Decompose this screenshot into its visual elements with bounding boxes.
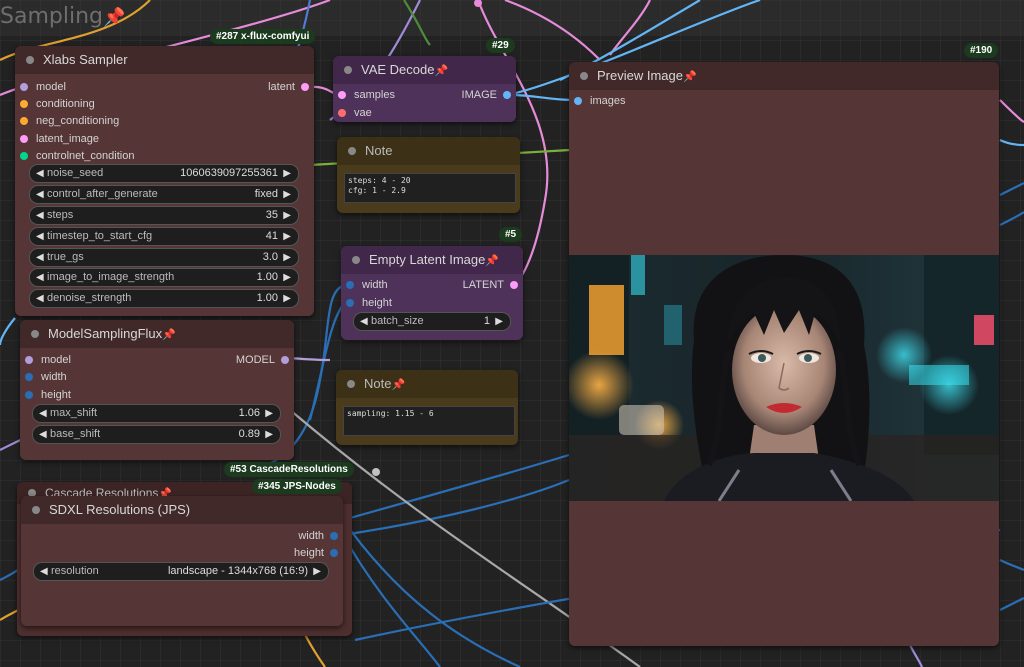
node-id-badge-xflux: #287 x-flux-comfyui [210,29,316,44]
input-height[interactable]: height [346,296,392,310]
pin-icon: 📌 [485,255,500,267]
node-header[interactable]: ModelSamplingFlux📌 [20,320,294,348]
pin-icon: 📌 [391,379,406,391]
wire-int-3 [342,519,521,667]
collapse-dot-icon[interactable] [26,56,34,64]
collapse-dot-icon[interactable] [580,72,588,80]
node-header[interactable]: Empty Latent Image📌 [341,246,523,274]
input-samples[interactable]: samples [338,88,395,102]
widget-resolution[interactable]: ◀ resolution landscape - 1344x768 (16:9) ▶ [33,562,329,581]
input-controlnet-condition[interactable]: controlnet_condition [20,149,134,163]
preview-image-art [569,255,999,501]
node-header[interactable]: Preview Image📌 [569,62,999,90]
output-height[interactable]: height [294,546,338,560]
widget-timestep-to-start-cfg[interactable]: ◀ timestep_to_start_cfg 41 ▶ [29,227,299,246]
input-model[interactable]: model [25,353,71,367]
pin-icon: 📌 [682,71,697,83]
collapse-dot-icon[interactable] [31,330,39,338]
node-id-badge-preview: #190 [964,43,999,58]
node-id-badge-cascade: #53 CascadeResolutions [224,462,354,477]
output-model[interactable]: MODEL [236,353,289,367]
xlabs-sampler-node[interactable]: Xlabs Sampler model conditioning neg_con… [15,46,314,316]
model-sampling-flux-node[interactable]: ModelSamplingFlux📌 model width height MO… [20,320,294,460]
widget-noise-seed[interactable]: ◀ noise_seed 1060639097255361 ▶ [29,164,299,183]
node-header[interactable]: SDXL Resolutions (JPS) [21,496,343,524]
wire-blue-btm3 [999,597,1024,611]
widget-batch-size[interactable]: ◀ batch_size 1 ▶ [353,312,511,331]
node-header[interactable]: Xlabs Sampler [15,46,314,74]
wire-reroute-dot [372,468,380,476]
collapse-dot-icon[interactable] [348,147,356,155]
pin-icon: 📌 [102,7,126,28]
input-conditioning[interactable]: conditioning [20,97,95,111]
empty-latent-image-node[interactable]: Empty Latent Image📌 width height LATENT … [341,246,523,340]
widget-base-shift[interactable]: ◀ base_shift 0.89 ▶ [32,425,281,444]
input-model[interactable]: model [20,80,66,94]
sdxl-resolutions-node[interactable]: SDXL Resolutions (JPS) width height ◀ res… [21,496,343,626]
input-width[interactable]: width [346,278,388,292]
node-id-badge-empty: #5 [499,227,523,242]
widget-denoise-strength[interactable]: ◀ denoise_strength 1.00 ▶ [29,289,299,308]
input-latent-image[interactable]: latent_image [20,132,99,146]
widget-steps[interactable]: ◀ steps 35 ▶ [29,206,299,225]
note-textarea[interactable]: sampling: 1.15 - 6 [343,406,515,436]
pin-icon: 📌 [162,329,176,341]
node-header[interactable]: Note📌 [336,370,518,398]
wire-blue-far2 [999,182,1024,196]
wire-pink-right [999,99,1024,123]
output-width[interactable]: width [298,529,338,543]
output-latent[interactable]: LATENT [463,278,518,292]
node-header[interactable]: VAE Decode📌 [333,56,516,84]
input-vae[interactable]: vae [338,106,372,120]
wire-blue-far [999,139,1024,147]
wire-blue-far3 [999,211,1024,226]
widget-true-gs[interactable]: ◀ true_gs 3.0 ▶ [29,248,299,267]
collapse-dot-icon[interactable] [344,66,352,74]
wire-blue-btm2 [999,559,1024,571]
note-node-sampling[interactable]: Note📌 sampling: 1.15 - 6 [336,370,518,445]
note-node-steps[interactable]: Note steps: 4 - 20 cfg: 1 - 2.9 [337,137,520,213]
widget-max-shift[interactable]: ◀ max_shift 1.06 ▶ [32,404,281,423]
input-neg-conditioning[interactable]: neg_conditioning [20,114,119,128]
wire-image [506,93,578,102]
group-title[interactable]: Sampling📌 [0,4,125,29]
wire-pink-3 [504,0,601,61]
collapse-dot-icon[interactable] [352,256,360,264]
wire-int-1 [342,453,570,522]
widget-control-after-generate[interactable]: ◀ control_after_generate fixed ▶ [29,185,299,204]
pin-icon: 📌 [434,65,449,77]
input-height[interactable]: height [25,388,71,402]
node-id-badge-vae: #29 [486,38,515,53]
output-image[interactable]: IMAGE [462,88,511,102]
output-latent[interactable]: latent [268,80,309,94]
input-images[interactable]: images [574,94,625,108]
wire-left-4 [0,317,16,346]
collapse-dot-icon[interactable] [32,506,40,514]
preview-image[interactable] [569,255,999,501]
input-width[interactable]: width [25,370,67,384]
note-textarea[interactable]: steps: 4 - 20 cfg: 1 - 2.9 [344,173,516,203]
wire-lav-btm [909,644,924,667]
collapse-dot-icon[interactable] [347,380,355,388]
node-id-badge-jps: #345 JPS-Nodes [252,479,342,494]
widget-image-to-image-strength[interactable]: ◀ image_to_image_strength 1.00 ▶ [29,268,299,287]
node-header[interactable]: Note [337,137,520,165]
vae-decode-node[interactable]: VAE Decode📌 samples vae IMAGE [333,56,516,122]
wire-int-4 [342,534,441,667]
wire-left-3 [0,609,19,621]
